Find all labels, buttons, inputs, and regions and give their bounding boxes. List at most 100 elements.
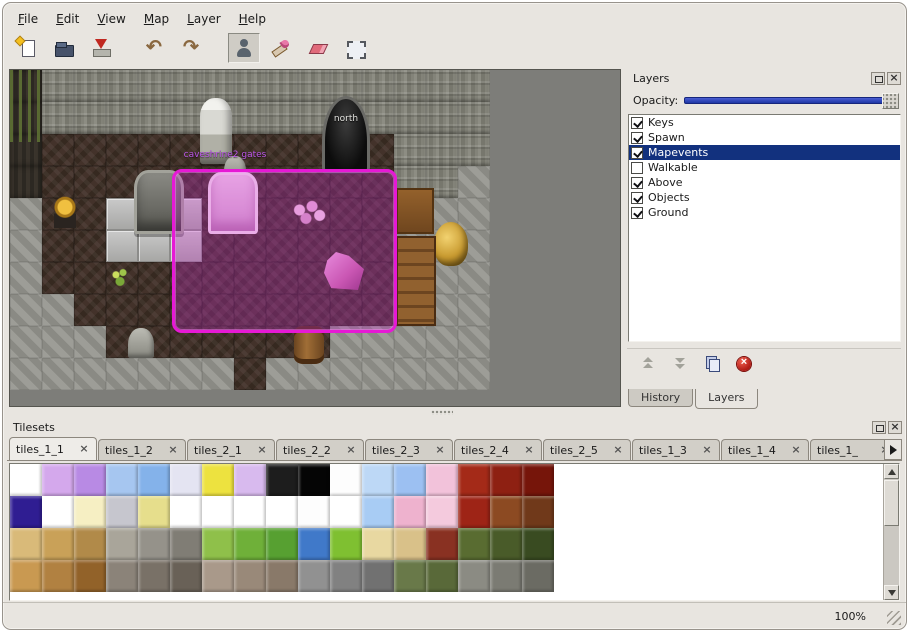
map-object-cabinet[interactable] bbox=[396, 236, 436, 326]
layer-row-spawn[interactable]: Spawn bbox=[629, 130, 900, 145]
menu-layer[interactable]: Layer bbox=[178, 9, 229, 29]
map-tile[interactable] bbox=[74, 230, 106, 262]
map-tile[interactable] bbox=[138, 230, 170, 262]
map-canvas[interactable]: northcaveshrine2 gates bbox=[10, 70, 490, 390]
map-tile[interactable] bbox=[138, 262, 170, 294]
tab-close-icon[interactable] bbox=[701, 445, 713, 457]
palette-tile[interactable] bbox=[74, 560, 106, 592]
map-tile[interactable] bbox=[394, 70, 426, 102]
select-button[interactable] bbox=[339, 33, 371, 63]
palette-tile[interactable] bbox=[266, 496, 298, 528]
brush-button[interactable] bbox=[265, 33, 297, 63]
palette-tile[interactable] bbox=[458, 528, 490, 560]
map-tile[interactable] bbox=[266, 134, 298, 166]
map-tile[interactable] bbox=[106, 294, 138, 326]
palette-tile[interactable] bbox=[42, 464, 74, 496]
map-tile[interactable] bbox=[74, 134, 106, 166]
map-tile[interactable] bbox=[170, 134, 202, 166]
lower-layer-button[interactable] bbox=[667, 352, 693, 376]
map-tile[interactable] bbox=[74, 102, 106, 134]
palette-tile[interactable] bbox=[106, 464, 138, 496]
palette-tile[interactable] bbox=[522, 560, 554, 592]
map-tile[interactable] bbox=[234, 70, 266, 102]
map-tile[interactable] bbox=[266, 358, 298, 390]
map-tile[interactable] bbox=[74, 166, 106, 198]
map-tile[interactable] bbox=[202, 358, 234, 390]
palette-tile[interactable] bbox=[330, 528, 362, 560]
layer-row-ground[interactable]: Ground bbox=[629, 205, 900, 220]
palette-tile[interactable] bbox=[394, 528, 426, 560]
map-object-pot[interactable] bbox=[434, 222, 468, 266]
palette-tile[interactable] bbox=[330, 560, 362, 592]
palette-tile[interactable] bbox=[490, 560, 522, 592]
palette-tile[interactable] bbox=[138, 528, 170, 560]
layer-visibility-checkbox[interactable] bbox=[631, 177, 643, 189]
map-tile[interactable] bbox=[458, 326, 490, 358]
map-tile[interactable] bbox=[74, 326, 106, 358]
tab-close-icon[interactable] bbox=[612, 445, 624, 457]
palette-tile[interactable] bbox=[298, 496, 330, 528]
menu-edit[interactable]: Edit bbox=[47, 9, 88, 29]
layer-row-above[interactable]: Above bbox=[629, 175, 900, 190]
palette-tile[interactable] bbox=[10, 560, 42, 592]
scrollbar-thumb[interactable] bbox=[884, 480, 899, 526]
layer-row-mapevents[interactable]: Mapevents bbox=[629, 145, 900, 160]
map-tile[interactable] bbox=[394, 326, 426, 358]
palette-tile[interactable] bbox=[10, 464, 42, 496]
map-tile[interactable] bbox=[74, 198, 106, 230]
map-tile[interactable] bbox=[42, 358, 74, 390]
map-tile[interactable] bbox=[42, 294, 74, 326]
palette-tile[interactable] bbox=[426, 528, 458, 560]
horizontal-splitter[interactable] bbox=[9, 407, 621, 418]
palette-tile[interactable] bbox=[266, 560, 298, 592]
palette-tile[interactable] bbox=[490, 464, 522, 496]
palette-tile[interactable] bbox=[298, 528, 330, 560]
map-object-lamp[interactable] bbox=[54, 196, 76, 228]
palette-tile[interactable] bbox=[362, 560, 394, 592]
map-tile[interactable] bbox=[458, 198, 490, 230]
map-tile[interactable] bbox=[266, 102, 298, 134]
tileset-tab-tiles_2_2[interactable]: tiles_2_2 bbox=[276, 439, 364, 461]
palette-tile[interactable] bbox=[522, 464, 554, 496]
layer-visibility-checkbox[interactable] bbox=[631, 162, 643, 174]
map-tile[interactable] bbox=[458, 358, 490, 390]
tileset-tab-tiles_2_5[interactable]: tiles_2_5 bbox=[543, 439, 631, 461]
map-tile[interactable] bbox=[42, 70, 74, 102]
opacity-slider-handle[interactable] bbox=[882, 93, 899, 109]
undo-button[interactable]: ↶ bbox=[138, 33, 170, 63]
palette-tile[interactable] bbox=[458, 496, 490, 528]
map-tile[interactable] bbox=[458, 262, 490, 294]
palette-tile[interactable] bbox=[10, 496, 42, 528]
tab-close-icon[interactable] bbox=[790, 445, 802, 457]
palette-tile[interactable] bbox=[106, 496, 138, 528]
map-tile[interactable] bbox=[362, 70, 394, 102]
map-tile[interactable] bbox=[458, 70, 490, 102]
palette-tile[interactable] bbox=[330, 496, 362, 528]
palette-tile[interactable] bbox=[202, 496, 234, 528]
palette-tile[interactable] bbox=[522, 496, 554, 528]
map-tile[interactable] bbox=[10, 230, 42, 262]
palette-tile[interactable] bbox=[138, 464, 170, 496]
palette-tile[interactable] bbox=[74, 528, 106, 560]
tileset-tab-tiles_1_4[interactable]: tiles_1_4 bbox=[721, 439, 809, 461]
map-tile[interactable] bbox=[138, 134, 170, 166]
map-tile[interactable] bbox=[10, 262, 42, 294]
stamp-button[interactable] bbox=[228, 33, 260, 63]
close-dock-icon[interactable] bbox=[888, 421, 902, 434]
map-tile[interactable] bbox=[42, 230, 74, 262]
map-tile[interactable] bbox=[458, 102, 490, 134]
palette-tile[interactable] bbox=[138, 496, 170, 528]
map-tile[interactable] bbox=[234, 102, 266, 134]
map-tile[interactable] bbox=[426, 326, 458, 358]
palette-tile[interactable] bbox=[202, 528, 234, 560]
palette-tile[interactable] bbox=[394, 496, 426, 528]
map-tile[interactable] bbox=[426, 102, 458, 134]
tab-close-icon[interactable] bbox=[434, 445, 446, 457]
map-viewport[interactable]: northcaveshrine2 gates bbox=[9, 69, 621, 407]
palette-tile[interactable] bbox=[170, 528, 202, 560]
map-tile[interactable] bbox=[426, 358, 458, 390]
palette-tile[interactable] bbox=[234, 528, 266, 560]
menu-view[interactable]: View bbox=[88, 9, 134, 29]
tileset-palette[interactable] bbox=[10, 464, 883, 600]
redo-button[interactable]: ↷ bbox=[175, 33, 207, 63]
